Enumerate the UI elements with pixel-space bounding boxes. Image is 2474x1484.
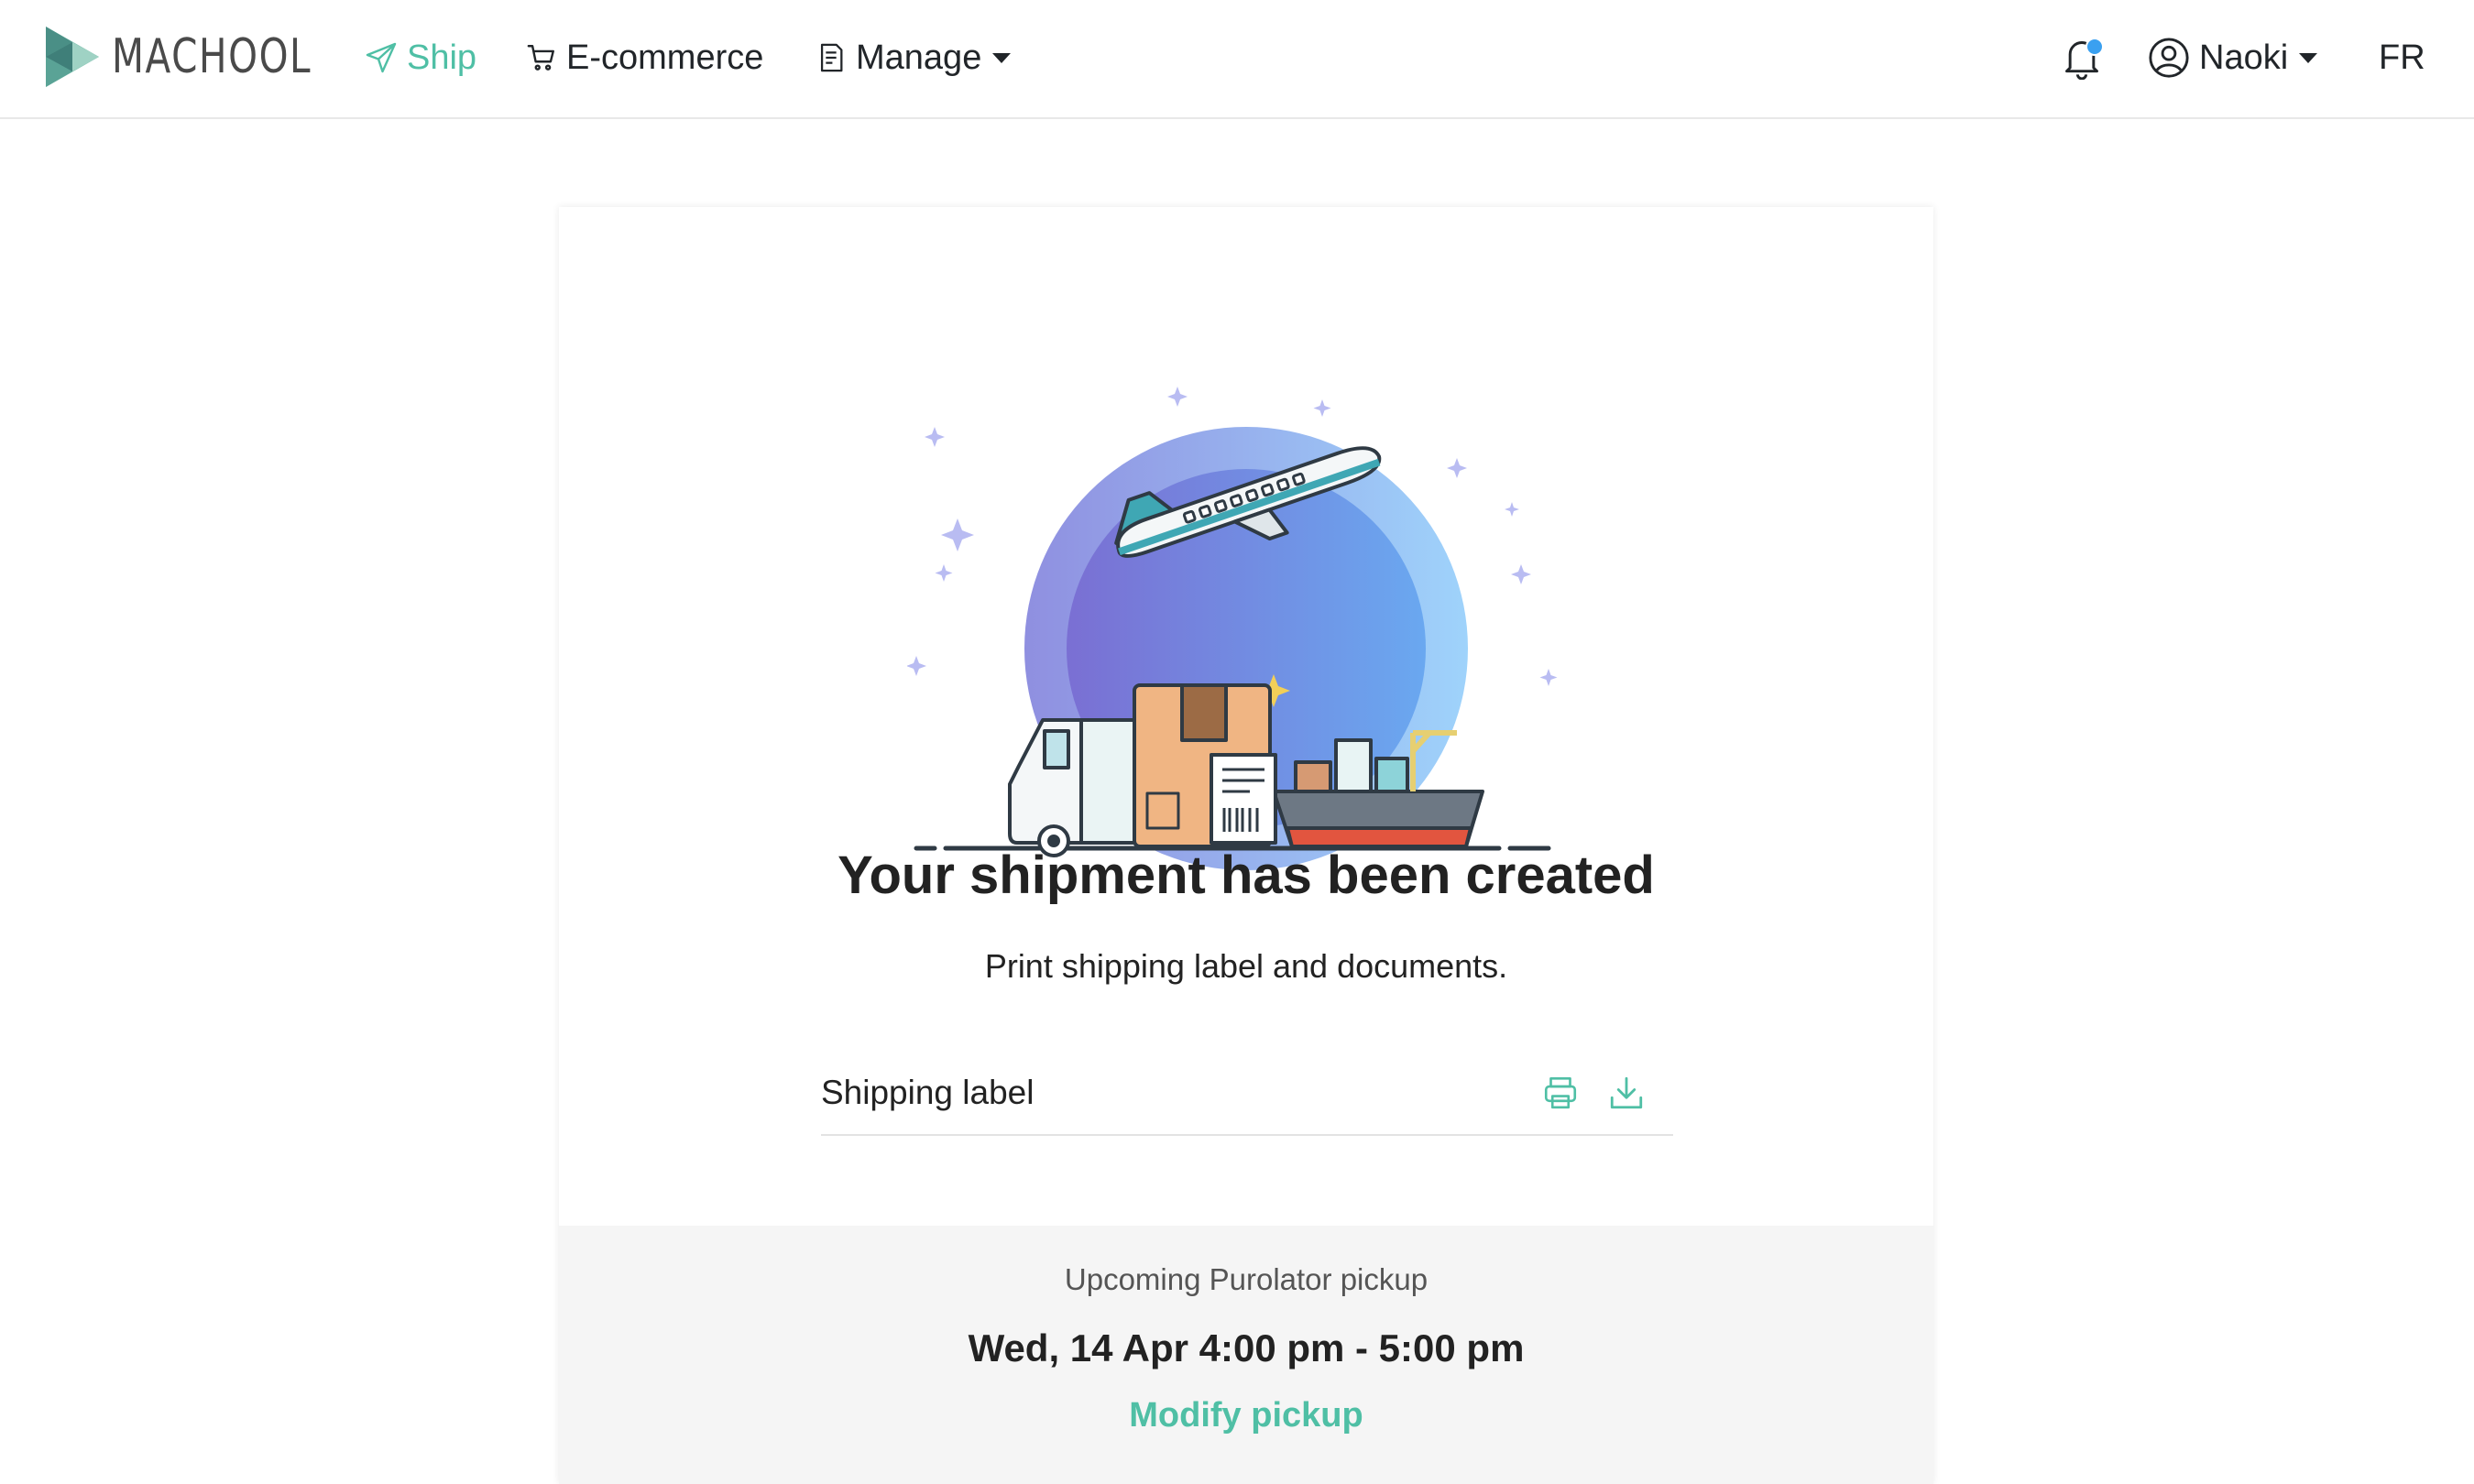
nav-manage[interactable]: Manage <box>816 31 1012 84</box>
pickup-time: Wed, 14 Apr 4:00 pm - 5:00 pm <box>968 1326 1525 1369</box>
brand-name: MACHOOL <box>112 29 312 84</box>
printer-icon[interactable] <box>1541 1074 1582 1114</box>
modify-pickup-link[interactable]: Modify pickup <box>559 1396 1933 1435</box>
bell-icon <box>2062 36 2104 80</box>
shipment-created-card: Your shipment has been created Print shi… <box>559 207 1933 1484</box>
machool-logo-icon <box>46 27 99 87</box>
top-navbar: MACHOOL Ship E-commerce Manage Naoki FR <box>0 0 2474 119</box>
download-icon[interactable] <box>1607 1074 1648 1114</box>
machool-logo[interactable]: MACHOOL <box>44 24 368 90</box>
nav-manage-label: Manage <box>856 38 982 77</box>
nav-ecommerce[interactable]: E-commerce <box>526 31 763 84</box>
user-circle-icon <box>2148 37 2190 79</box>
document-label: Shipping label <box>821 1074 1034 1111</box>
nav-ecommerce-label: E-commerce <box>566 38 764 77</box>
pickup-caption: Upcoming Purolator pickup <box>1064 1262 1429 1296</box>
chevron-down-icon <box>2299 52 2318 63</box>
notifications-button[interactable] <box>2062 31 2104 84</box>
document-row-shipping-label: Shipping label <box>821 1063 1673 1136</box>
language-label: FR <box>2379 38 2425 77</box>
user-menu[interactable]: Naoki <box>2148 31 2318 84</box>
user-name: Naoki <box>2199 38 2289 77</box>
language-toggle[interactable]: FR <box>2379 31 2425 84</box>
page-title: Your shipment has been created <box>837 846 1655 905</box>
document-icon <box>816 41 847 74</box>
page-subtitle: Print shipping label and documents. <box>984 947 1508 985</box>
paper-plane-icon <box>365 41 398 74</box>
cart-icon <box>526 42 557 73</box>
nav-ship[interactable]: Ship <box>365 31 476 84</box>
chevron-down-icon <box>992 52 1012 63</box>
nav-ship-label: Ship <box>407 38 477 77</box>
notification-dot <box>2085 38 2104 56</box>
